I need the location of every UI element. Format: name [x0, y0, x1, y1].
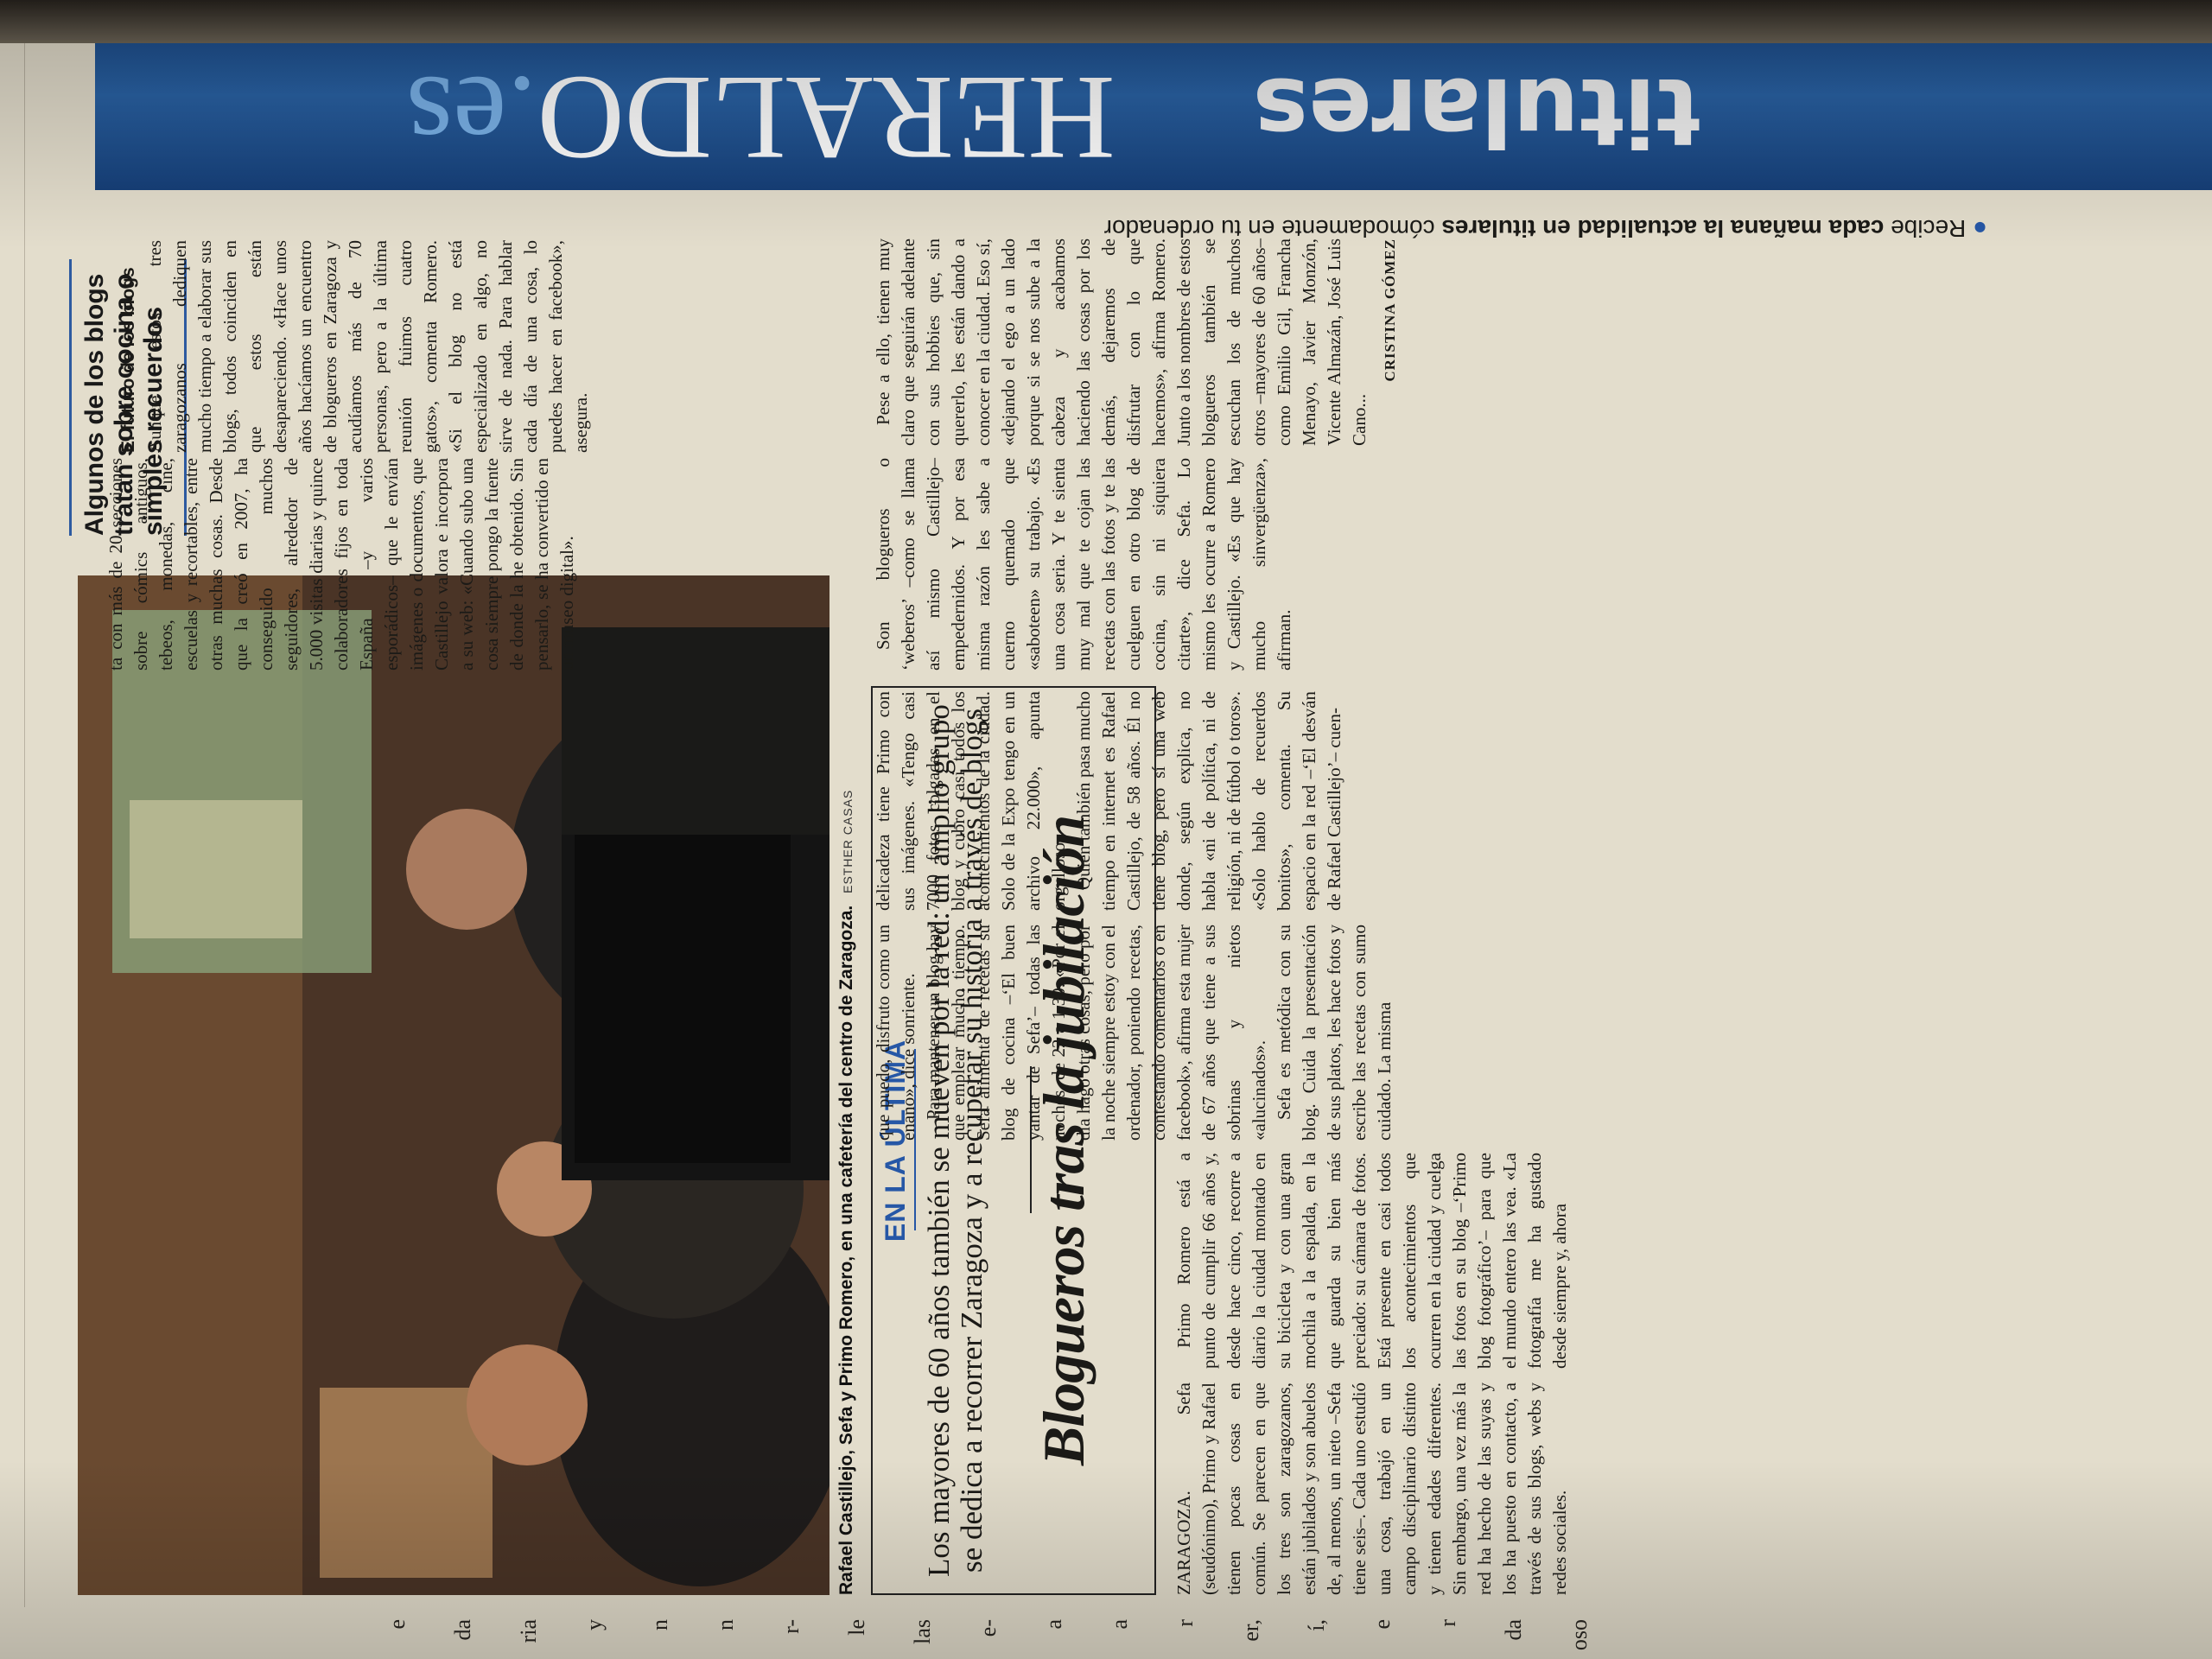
- top-strip: [0, 0, 25, 1607]
- banner-inner: titulares HERALDO.es: [95, 17, 2212, 190]
- prev-column-fragment: oso: [1567, 1619, 1592, 1651]
- prev-column-fragment: n: [647, 1619, 672, 1630]
- paragraph: Primo Romero está a punto de cumplir 66 …: [1173, 1153, 1570, 1369]
- prev-column-fragment: e: [385, 1619, 410, 1630]
- banner-word-titulares: titulares: [1253, 57, 1700, 165]
- paragraph: delicadeza tiene Primo con sus imágenes.…: [873, 691, 1069, 911]
- tagline-prefix: Recibe: [1884, 215, 1967, 242]
- article-column-6: El futuro de los blogs Aunque estos tres…: [104, 240, 594, 453]
- prev-column-fragment: e-: [976, 1619, 1001, 1637]
- prev-column-fragment: y: [582, 1619, 607, 1630]
- article-photo: [78, 575, 830, 1595]
- prev-column-fragment: er,: [1238, 1619, 1263, 1642]
- bullet-icon: ●: [1966, 215, 1987, 242]
- section-heading: El futuro de los blogs: [118, 267, 138, 453]
- paragraph: que puedo, disfruto como un enano», dice…: [873, 925, 918, 1141]
- article-column-2: Primo Romero está a punto de cumplir 66 …: [1172, 1153, 1573, 1369]
- tagline-bold: cada mañana la actualidad en titulares: [1441, 215, 1885, 242]
- article-column-3: que puedo, disfruto como un enano», dice…: [871, 925, 1397, 1141]
- paragraph: ZARAGOZA. Sefa (seudónimo), Primo y Rafa…: [1173, 1382, 1570, 1595]
- prev-column-fragment: las: [910, 1619, 935, 1644]
- article-column-8: Pese a ello, tienen muy claro que seguir…: [871, 238, 1402, 446]
- prev-column-fragment: le: [844, 1619, 869, 1636]
- paragraph: Para mantener un blog hay que emplear mu…: [923, 925, 1269, 1141]
- paragraph: Quien también pasa mucho tiempo en inter…: [1073, 691, 1344, 911]
- prev-column-fragment: r: [1173, 1619, 1198, 1627]
- article-column-4: delicadeza tiene Primo con sus imágenes.…: [871, 691, 1347, 911]
- banner-logo-heraldo: HERALDO.es: [406, 48, 1115, 188]
- tagline-text: ● Recibe cada mañana la actualidad en ti…: [1037, 204, 1987, 242]
- prev-column-fragment: í,: [1304, 1619, 1329, 1631]
- paragraph: Pese a ello, tienen muy claro que seguir…: [873, 238, 1370, 446]
- previous-article-column: e da ria y n n r-le las e-a a r er, í, e r da oso: [0, 1619, 1642, 1659]
- paragraph: Son blogueros o ‘weberos’ –como se llama…: [873, 458, 1294, 671]
- article-column-5: ta con más de 20 secciones sobre cómics …: [104, 458, 580, 671]
- prev-column-fragment: a: [1107, 1619, 1132, 1630]
- prev-column-fragment: n: [713, 1619, 738, 1630]
- photo-credit: ESTHER CASAS: [841, 789, 855, 893]
- banner-logo-suffix: .es: [406, 51, 537, 185]
- prev-column-fragment: r: [1435, 1619, 1460, 1627]
- prev-column-fragment: da: [450, 1619, 475, 1641]
- heraldo-banner[interactable]: titulares HERALDO.es: [95, 17, 2212, 190]
- photo-illustration: [78, 575, 830, 1595]
- prev-column-fragment: ria: [516, 1619, 541, 1643]
- tagline-rest: cómodamente en tu ordenador: [1103, 215, 1442, 242]
- photo-caption: Rafael Castillejo, Sefa y Primo Romero, …: [836, 575, 857, 1595]
- byline: CRISTINA GÓMEZ: [1382, 238, 1398, 382]
- article-column-1: ZARAGOZA. Sefa (seudónimo), Primo y Rafa…: [1172, 1382, 1573, 1595]
- newspaper-page: e da ria y n n r-le las e-a a r er, í, e r da oso Rafael…: [0, 0, 2212, 1659]
- paragraph: Sefa es metódica con su blog. Cuida la p…: [1274, 925, 1395, 1141]
- article-column-7: Son blogueros o ‘weberos’ –como se llama…: [871, 458, 1297, 671]
- prev-column-fragment: e: [1370, 1619, 1395, 1630]
- paragraph: Aunque estos tres zaragozanos dediquen m…: [144, 240, 591, 453]
- prev-column-fragment: da: [1501, 1619, 1526, 1641]
- page-edge-shadow: [0, 0, 2212, 43]
- paragraph: ta con más de 20 secciones sobre cómics …: [105, 458, 577, 671]
- prev-column-fragment: a: [1041, 1619, 1066, 1630]
- prev-column-fragment: r-: [779, 1619, 804, 1634]
- banner-logo-text: HERALDO: [537, 51, 1116, 185]
- banner-tagline: ● Recibe cada mañana la actualidad en ti…: [1037, 204, 1987, 242]
- caption-text: Rafael Castillejo, Sefa y Primo Romero, …: [836, 905, 856, 1595]
